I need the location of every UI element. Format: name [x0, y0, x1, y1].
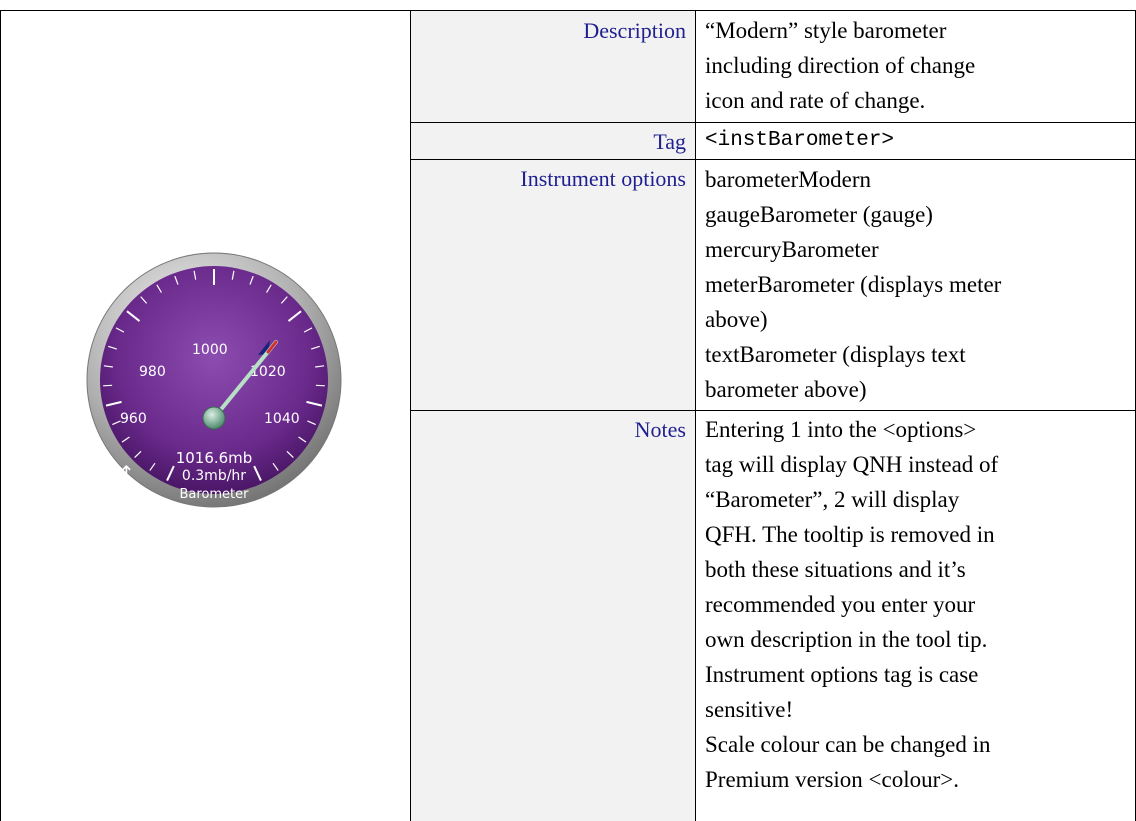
notes-line-4: QFH. The tooltip is removed in [705, 522, 995, 547]
notes-line-3: “Barometer”, 2 will display [705, 487, 960, 512]
option-text-barometer: textBarometer (displays text [705, 342, 966, 367]
scale-label-960: 960 [120, 411, 147, 427]
pressure-reading: 1016.6mb [176, 449, 253, 467]
notes-label: Notes [634, 417, 686, 442]
description-line-2: including direction of change [705, 53, 976, 78]
scale-label-1000: 1000 [192, 342, 228, 358]
scale-label-1040: 1040 [264, 411, 300, 427]
option-meter-barometer: meterBarometer (displays meter [705, 272, 1002, 297]
notes-line-5: both these situations and it’s [705, 557, 966, 582]
barometer-gauge-image: 960 980 1000 1020 1040 ↑ 1016.6mb 0.3mb/… [86, 252, 342, 508]
notes-line-6: recommended you enter your [705, 592, 976, 617]
notes-line-2: tag will display QNH instead of [705, 452, 999, 477]
notes-line-8: Instrument options tag is case [705, 662, 979, 687]
description-line-3: icon and rate of change. [705, 88, 926, 113]
needle-hub [202, 406, 226, 430]
notes-line-7: own description in the tool tip. [705, 627, 988, 652]
table-left-border [0, 10, 1, 821]
notes-line-10: Scale colour can be changed in [705, 732, 991, 757]
scale-label-980: 980 [139, 364, 166, 380]
notes-line-9: sensitive! [705, 697, 794, 722]
option-gauge-barometer: gaugeBarometer (gauge) [705, 202, 933, 227]
trend-up-arrow-icon: ↑ [118, 461, 135, 485]
rate-of-change: 0.3mb/hr [182, 468, 246, 484]
option-mercury-barometer: mercuryBarometer [705, 237, 879, 262]
column-divider-image [410, 10, 411, 821]
instrument-options-label: Instrument options [520, 166, 686, 191]
option-text-barometer-cont: barometer above) [705, 377, 867, 402]
description-line-1: “Modern” style barometer [705, 18, 947, 43]
tag-label: Tag [653, 129, 686, 154]
option-barometer-modern: barometerModern [705, 167, 872, 192]
notes-line-11: Premium version <colour>. [705, 767, 959, 792]
description-label: Description [583, 18, 686, 43]
table-top-border [0, 10, 1136, 11]
column-divider-label [695, 10, 696, 821]
gauge-caption: Barometer [180, 487, 250, 502]
row-divider-3 [411, 410, 1136, 411]
row-divider-2 [411, 159, 1136, 160]
option-meter-barometer-cont: above) [705, 307, 768, 332]
row-divider-1 [411, 122, 1136, 123]
tag-value: <instBarometer> [705, 129, 895, 152]
notes-line-1: Entering 1 into the <options> [705, 417, 977, 442]
